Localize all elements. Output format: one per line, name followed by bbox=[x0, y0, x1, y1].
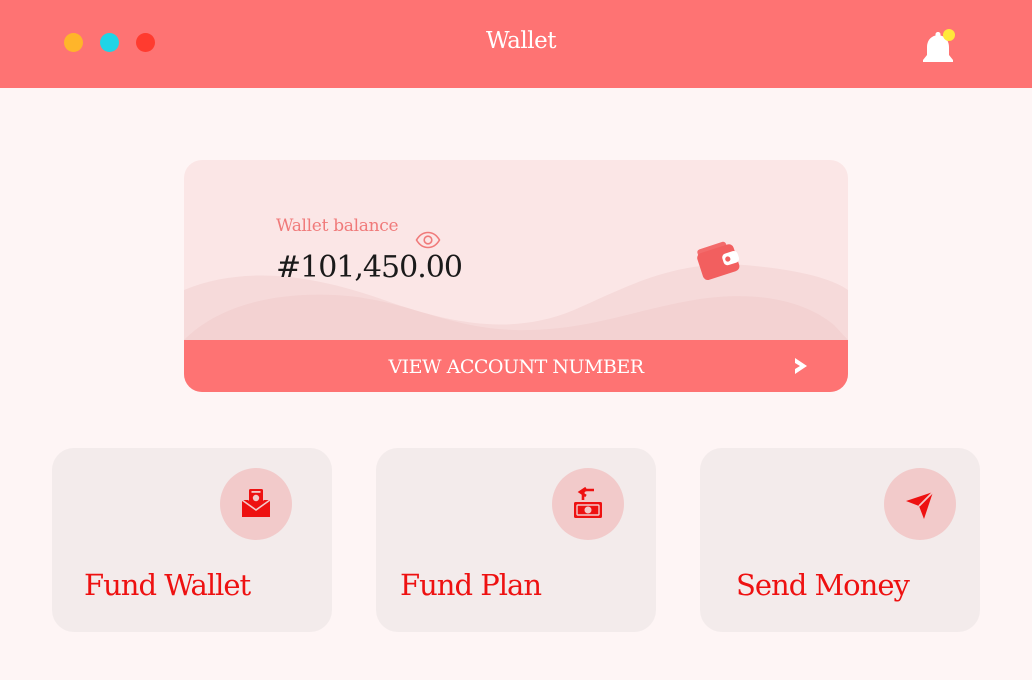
send-money-label: Send Money bbox=[736, 568, 910, 602]
send-money-icon-circle bbox=[884, 468, 956, 540]
fund-wallet-icon-circle bbox=[220, 468, 292, 540]
eye-icon[interactable] bbox=[415, 231, 441, 249]
wallet-balance-card: Wallet balance #101,450.00 VIEW ACCOUNT … bbox=[184, 160, 848, 392]
fund-plan-icon-circle bbox=[552, 468, 624, 540]
wallet-icon bbox=[697, 241, 740, 280]
money-return-icon bbox=[574, 486, 602, 518]
money-envelope-icon bbox=[241, 489, 271, 517]
send-money-tile[interactable]: Send Money bbox=[700, 448, 980, 632]
fund-wallet-tile[interactable]: Fund Wallet bbox=[52, 448, 332, 632]
fund-plan-tile[interactable]: Fund Plan bbox=[376, 448, 656, 632]
balance-amount: #101,450.00 bbox=[276, 250, 463, 285]
app-header: Wallet bbox=[0, 0, 1032, 88]
balance-label: Wallet balance bbox=[276, 216, 399, 236]
fund-wallet-label: Fund Wallet bbox=[84, 568, 251, 602]
view-account-number-label: VIEW ACCOUNT NUMBER bbox=[388, 356, 644, 378]
fund-plan-label: Fund Plan bbox=[400, 568, 542, 602]
page-title: Wallet bbox=[486, 28, 556, 54]
send-arrow-icon bbox=[906, 491, 934, 519]
bell-icon[interactable] bbox=[920, 28, 958, 68]
chevron-right-icon bbox=[795, 358, 807, 374]
notification-badge bbox=[943, 29, 955, 41]
view-account-number-button[interactable]: VIEW ACCOUNT NUMBER bbox=[184, 340, 848, 392]
